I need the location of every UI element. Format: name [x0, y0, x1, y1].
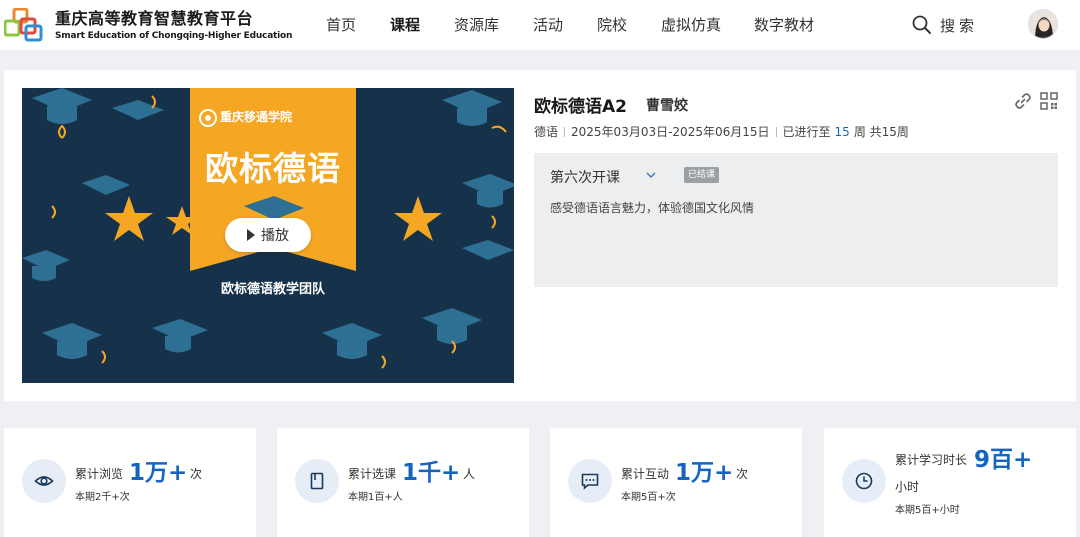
course-title: 欧标德语A2	[534, 97, 627, 117]
top-header: 重庆高等教育智慧教育平台 Smart Education of Chongqin…	[0, 0, 1080, 50]
school-name: 重庆移通学院	[220, 110, 293, 124]
play-icon	[247, 229, 255, 241]
total-weeks: 15周	[881, 125, 909, 139]
stat-sub: 本期1百+人	[348, 492, 403, 503]
stat-label: 累计浏览	[75, 467, 124, 481]
course-cover-video[interactable]: 重庆移通学院 欧标德语 欧标德语教学团队 播放	[22, 88, 514, 383]
clock-icon	[842, 459, 886, 503]
stat-unit: 人	[463, 467, 476, 481]
user-avatar[interactable]	[1028, 9, 1058, 39]
cover-team-name: 欧标德语教学团队	[220, 282, 325, 297]
stat-sub: 本期2千+次	[75, 492, 130, 503]
nav-courses[interactable]: 课程	[390, 0, 420, 50]
play-label: 播放	[261, 228, 289, 244]
brand-subtitle: Smart Education of Chongqing-Higher Educ…	[55, 31, 293, 41]
cover-banner-title: 欧标德语	[205, 149, 341, 188]
stat-label: 累计互动	[621, 467, 670, 481]
course-category: 德语	[534, 125, 559, 139]
stat-card-views: 累计浏览 1万+ 次 本期2千+次	[4, 428, 256, 537]
book-icon	[295, 459, 339, 503]
platform-logo-icon[interactable]	[3, 7, 48, 44]
stat-value: 9百+	[974, 447, 1033, 473]
session-description: 感受德语语言魅力，体验德国文化风情	[550, 201, 755, 215]
stat-label: 累计学习时长	[895, 453, 968, 467]
stat-unit: 次	[190, 467, 203, 481]
progress-mid: 周 共	[853, 125, 882, 139]
nav-resources[interactable]: 资源库	[454, 0, 499, 50]
qrcode-icon[interactable]	[1040, 92, 1058, 110]
search-button[interactable]: 搜索	[912, 14, 978, 36]
status-badge: 已结课	[684, 167, 720, 183]
nav-schools[interactable]: 院校	[597, 0, 627, 50]
divider	[775, 126, 777, 137]
progress-prefix: 已进行至	[782, 125, 831, 139]
search-label: 搜索	[940, 16, 979, 35]
stat-label: 累计选课	[348, 467, 397, 481]
stat-card-enrollment: 累计选课 1千+ 人 本期1百+人	[277, 428, 529, 537]
brand[interactable]: 重庆高等教育智慧教育平台 Smart Education of Chongqin…	[55, 10, 292, 42]
nav-digital-textbooks[interactable]: 数字教材	[754, 0, 814, 50]
session-select[interactable]: 第六次开课	[550, 167, 620, 187]
nav-virtual-simulation[interactable]: 虚拟仿真	[661, 0, 721, 50]
stat-value: 1千+	[402, 460, 461, 486]
search-icon	[912, 15, 931, 34]
stat-value: 1万+	[129, 460, 188, 486]
link-icon[interactable]	[1014, 92, 1032, 110]
nav-activities[interactable]: 活动	[533, 0, 563, 50]
progress-week: 15	[834, 124, 850, 139]
stat-sub: 本期5百+次	[621, 492, 676, 503]
stat-sub: 本期5百+小时	[895, 505, 960, 516]
divider	[564, 126, 566, 137]
stat-unit: 次	[736, 467, 749, 481]
stat-unit: 小时	[895, 480, 920, 494]
chevron-down-icon[interactable]	[644, 168, 658, 182]
course-teacher[interactable]: 曹雪姣	[646, 95, 688, 115]
stat-value: 1万+	[675, 460, 734, 486]
session-box: 第六次开课 已结课 感受德语语言魅力，体验德国文化风情	[534, 153, 1058, 287]
brand-title: 重庆高等教育智慧教育平台	[55, 9, 254, 28]
stat-card-study-time: 累计学习时长 9百+ 小时 本期5百+小时	[824, 428, 1076, 537]
nav-home[interactable]: 首页	[326, 0, 356, 50]
stat-card-interactions: 累计互动 1万+ 次 本期5百+次	[550, 428, 802, 537]
course-date-range: 2025年03月03日-2025年06月15日	[571, 125, 770, 139]
chat-icon	[568, 459, 612, 503]
play-button[interactable]: 播放	[225, 218, 311, 252]
course-meta: 德语 2025年03月03日-2025年06月15日 已进行至 15 周 共 1…	[534, 123, 909, 140]
eye-icon	[22, 459, 66, 503]
course-panel: 重庆移通学院 欧标德语 欧标德语教学团队 播放 欧标德语A2 曹雪姣 德语 20…	[4, 70, 1076, 401]
